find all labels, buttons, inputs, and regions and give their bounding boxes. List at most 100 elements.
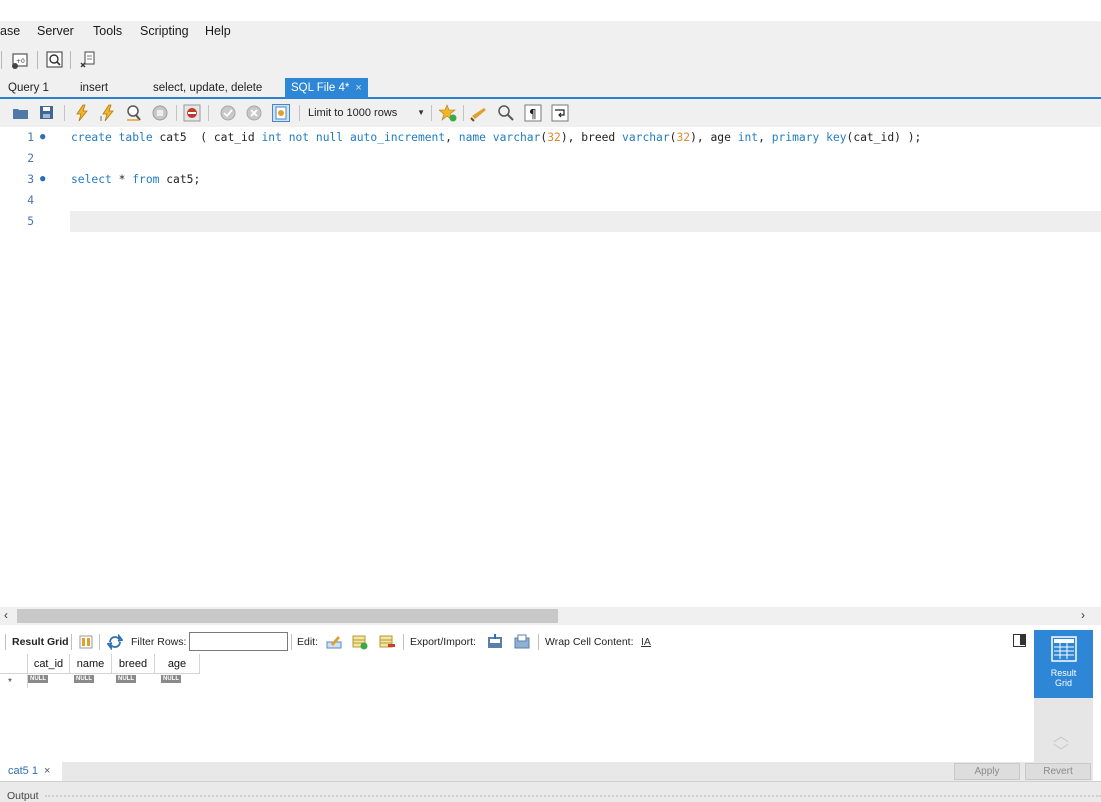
chevron-down-icon[interactable]: ﹀: [1053, 738, 1069, 762]
toolbar-separator: [208, 105, 209, 121]
close-icon[interactable]: ×: [44, 765, 50, 777]
apply-button[interactable]: Apply: [954, 763, 1020, 780]
editor-horizontal-scrollbar[interactable]: ‹ ›: [0, 607, 1101, 625]
import-icon[interactable]: [514, 634, 530, 650]
column-header-breed[interactable]: breed: [112, 654, 155, 674]
inspector-icon[interactable]: [45, 50, 65, 70]
toolbar-separator: [431, 105, 432, 121]
menu-server[interactable]: Server: [37, 24, 74, 38]
editor-line[interactable]: 3 ● select * from cat5;: [0, 169, 1101, 190]
editor-line-current[interactable]: 5: [0, 211, 1101, 232]
edit-row-icon[interactable]: [326, 634, 342, 650]
limit-rows-value: Limit to 1000 rows: [308, 107, 398, 119]
execute-current-icon[interactable]: I: [99, 104, 117, 123]
result-tab-label: cat5 1: [8, 765, 38, 777]
line-number: 2: [27, 152, 34, 165]
tab-select-update-delete[interactable]: select, update, delete: [153, 79, 262, 97]
editor-line[interactable]: 4: [0, 190, 1101, 211]
new-connection-icon[interactable]: +0: [11, 50, 31, 70]
sql-editor-toolbar: I Limit to 1000 rows ▼ ¶: [0, 99, 1101, 127]
form-editor-icon[interactable]: [78, 634, 94, 650]
menu-tools[interactable]: Tools: [93, 24, 122, 38]
splitter-handle[interactable]: [45, 795, 1101, 798]
toolbar-separator: [176, 105, 177, 121]
toolbar-separator: [299, 105, 300, 121]
code-text[interactable]: create table cat5 ( cat_id int not null …: [71, 127, 921, 148]
column-header-cat-id[interactable]: cat_id: [28, 654, 70, 674]
close-icon[interactable]: ×: [355, 82, 361, 94]
toolbar-separator: [538, 634, 539, 650]
toolbar-separator: [403, 634, 404, 650]
rollback-icon[interactable]: [245, 104, 263, 122]
row-header[interactable]: [0, 674, 28, 688]
save-icon[interactable]: [38, 104, 56, 122]
result-toolbar: Result Grid Filter Rows: Edit: Export/Im…: [0, 630, 1034, 654]
invisibles-icon[interactable]: ¶: [524, 104, 542, 122]
autocommit-icon[interactable]: [272, 104, 290, 122]
explain-icon[interactable]: [125, 104, 143, 122]
edit-label: Edit:: [297, 636, 319, 648]
editor-line[interactable]: 2: [0, 148, 1101, 169]
sql-editor[interactable]: 1 ● create table cat5 ( cat_id int not n…: [0, 127, 1101, 607]
toolbar-separator: [1, 51, 2, 69]
insert-row-icon[interactable]: [352, 634, 368, 650]
null-cell[interactable]: NULL: [116, 675, 136, 683]
result-grid[interactable]: cat_id name breed age * NULL NULL NULL N…: [0, 654, 1034, 762]
output-panel-header[interactable]: Output: [0, 781, 1101, 802]
scrollbar-thumb[interactable]: [17, 609, 558, 623]
toolbar-separator: [291, 634, 292, 650]
result-tabs-bar: cat5 1 × Apply Revert: [0, 762, 1093, 781]
limit-rows-select[interactable]: Limit to 1000 rows ▼: [305, 104, 429, 122]
beautify-icon[interactable]: [470, 104, 488, 122]
refresh-icon[interactable]: [106, 633, 124, 651]
add-snippet-icon[interactable]: [438, 104, 457, 122]
column-header-name[interactable]: name: [70, 654, 112, 674]
menu-help[interactable]: Help: [205, 24, 231, 38]
chevron-down-icon[interactable]: ▼: [417, 104, 425, 122]
scroll-left-icon[interactable]: ‹: [4, 608, 8, 622]
null-cell[interactable]: NULL: [74, 675, 94, 683]
result-grid-label[interactable]: Result Grid: [12, 636, 69, 648]
wrap-icon[interactable]: [551, 104, 569, 122]
column-header-age[interactable]: age: [155, 654, 200, 674]
gutter: [0, 211, 70, 232]
grid-corner: [0, 654, 28, 674]
result-grid-side-button[interactable]: Result Grid: [1034, 630, 1093, 698]
open-file-icon[interactable]: [12, 104, 30, 122]
editor-line[interactable]: 1 ● create table cat5 ( cat_id int not n…: [0, 127, 1101, 148]
menu-database[interactable]: ase: [0, 24, 20, 38]
menu-scripting[interactable]: Scripting: [140, 24, 189, 38]
toolbar-separator: [71, 634, 72, 650]
filter-rows-input[interactable]: [189, 632, 288, 651]
execute-icon[interactable]: [73, 104, 91, 122]
query-tab-bar: Query 1 insert select, update, delete SQ…: [0, 77, 1101, 99]
filter-rows-label: Filter Rows:: [131, 636, 187, 648]
null-cell[interactable]: NULL: [161, 675, 181, 683]
menu-bar: ase Server Tools Scripting Help: [0, 21, 1101, 43]
delete-row-icon[interactable]: [379, 634, 395, 650]
toggle-side-panel-icon[interactable]: [1013, 634, 1026, 647]
tab-insert[interactable]: insert: [80, 79, 108, 97]
scroll-right-icon[interactable]: ›: [1081, 608, 1085, 622]
title-area: [0, 0, 1101, 21]
side-button-label: Result: [1050, 668, 1077, 678]
stop-icon[interactable]: [151, 104, 169, 122]
null-cell[interactable]: NULL: [28, 675, 48, 683]
toggle-error-icon[interactable]: [183, 104, 201, 122]
revert-button[interactable]: Revert: [1025, 763, 1091, 780]
toolbar-separator: [5, 634, 6, 650]
find-icon[interactable]: [497, 104, 515, 122]
svg-text:I: I: [100, 115, 102, 122]
result-tab-cat5-1[interactable]: cat5 1 ×: [0, 762, 62, 781]
toolbar-separator: [70, 51, 71, 69]
toolbar-separator: [99, 634, 100, 650]
commit-icon[interactable]: [219, 104, 237, 122]
tab-sql-file-4[interactable]: SQL File 4* ×: [285, 78, 368, 98]
result-grid-icon: [1051, 636, 1077, 662]
code-text[interactable]: select * from cat5;: [71, 169, 200, 190]
svg-text:¶: ¶: [529, 107, 537, 121]
tab-query-1[interactable]: Query 1: [8, 79, 49, 97]
sql-wizard-icon[interactable]: [78, 50, 98, 70]
export-icon[interactable]: [487, 634, 503, 650]
wrap-cell-toggle-icon[interactable]: IA: [641, 636, 651, 648]
